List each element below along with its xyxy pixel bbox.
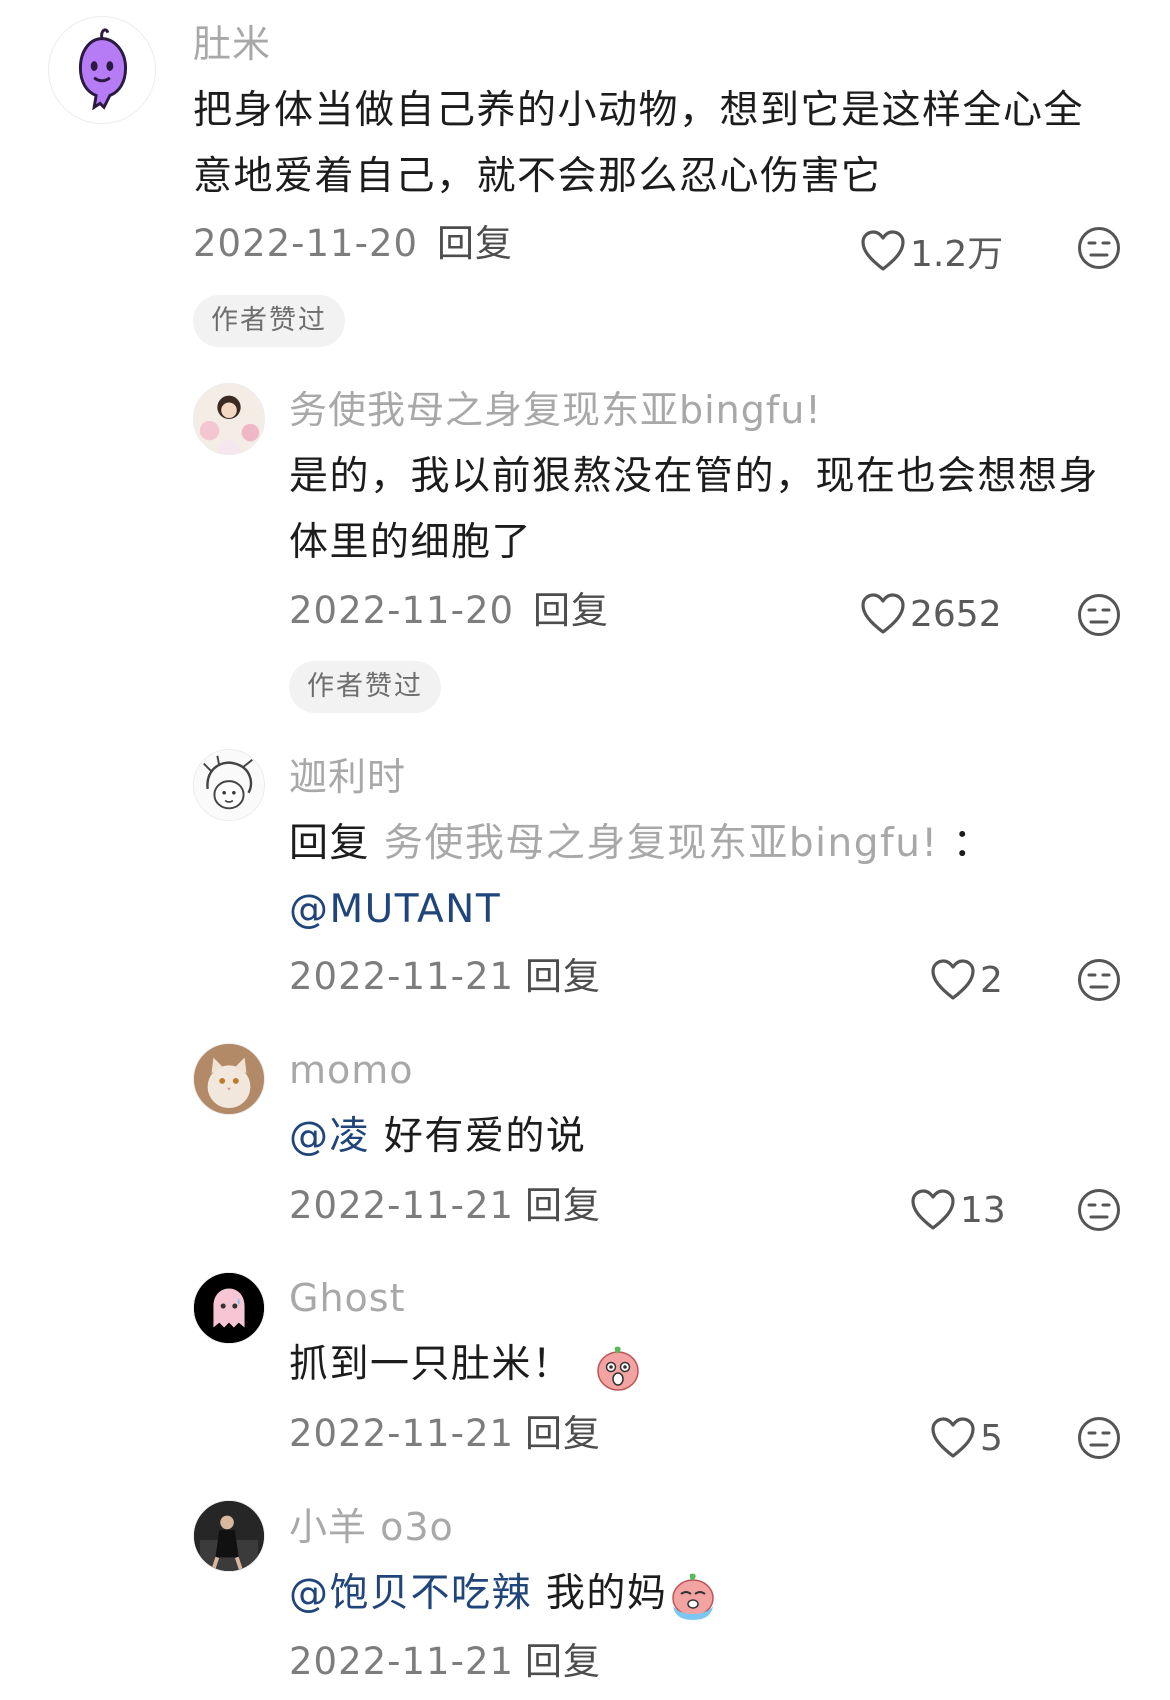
- comment-date: 2022-11-21: [289, 1640, 515, 1683]
- username[interactable]: 小羊 o3o: [289, 1505, 454, 1551]
- crying-peach-emoji: [667, 1570, 719, 1622]
- comment-text-line: @饱贝不吃辣 我的妈: [289, 1561, 719, 1627]
- comment-list: 肚米 把身体当做自己养的小动物，想到它是这样全心全 意地爱着自己，就不会那么忍心…: [0, 0, 1170, 1700]
- comment-item: 小羊 o3o @饱贝不吃辣 我的妈 2022-11-21 回复: [0, 0, 1170, 1700]
- mention-link[interactable]: @饱贝不吃辣: [289, 1571, 532, 1616]
- comment-body: 我的妈: [545, 1571, 668, 1616]
- comment-text: @饱贝不吃辣 我的妈: [289, 1561, 719, 1627]
- person-photo-icon: [194, 1501, 264, 1571]
- reply-button[interactable]: 回复: [525, 1640, 601, 1684]
- avatar[interactable]: [193, 1500, 265, 1572]
